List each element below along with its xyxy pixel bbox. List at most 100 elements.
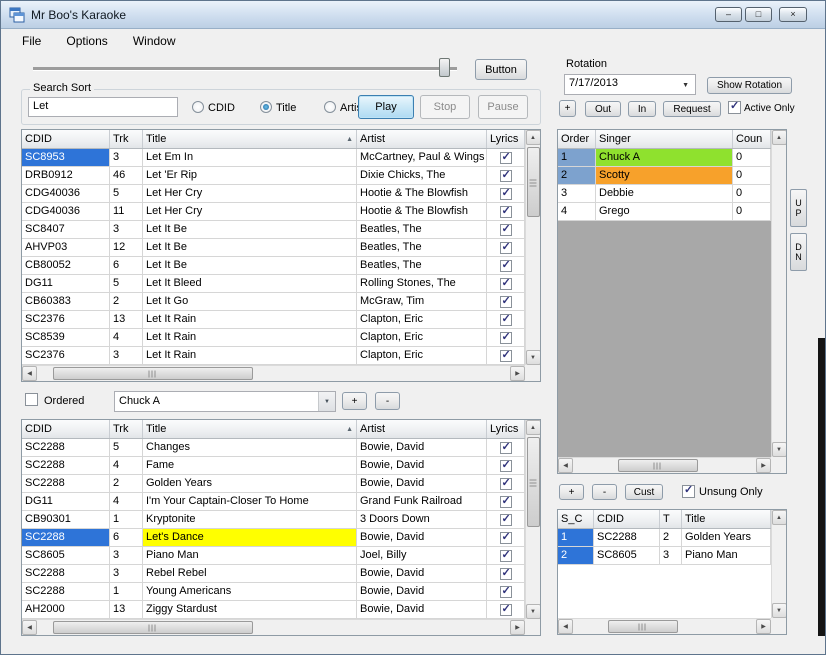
table-row[interactable]: CB603832Let It GoMcGraw, Tim✓ <box>22 293 540 311</box>
column-header[interactable]: Singer <box>596 130 733 148</box>
menu-item-window[interactable]: Window <box>122 30 187 52</box>
scrollbar-thumb[interactable] <box>53 621 253 634</box>
table-row[interactable]: 2Scotty0 <box>558 167 786 185</box>
cust-button[interactable]: Cust <box>625 484 663 500</box>
request-button[interactable]: Request <box>663 101 721 117</box>
grid-cell[interactable]: Grego <box>596 203 733 220</box>
grid-cell[interactable]: 0 <box>733 149 771 166</box>
table-row[interactable]: SC89533Let Em InMcCartney, Paul & Wings✓ <box>22 149 540 167</box>
stop-button[interactable]: Stop <box>420 95 470 119</box>
lyrics-checkbox[interactable]: ✓ <box>500 586 512 598</box>
table-row[interactable]: CB903011Kryptonite3 Doors Down✓ <box>22 511 540 529</box>
grid-cell[interactable]: Let Her Cry <box>143 185 357 202</box>
grid-cell[interactable]: Debbie <box>596 185 733 202</box>
grid-cell[interactable]: CDG40036 <box>22 185 110 202</box>
lyrics-checkbox[interactable]: ✓ <box>500 206 512 218</box>
grid-cell[interactable]: Hootie & The Blowfish <box>357 185 487 202</box>
grid-cell[interactable]: Bowie, David <box>357 439 487 456</box>
scroll-left-icon[interactable]: ◀ <box>22 366 37 381</box>
lyrics-cell[interactable]: ✓ <box>487 257 525 274</box>
grid-cell[interactable]: 3 Doors Down <box>357 511 487 528</box>
lyrics-cell[interactable]: ✓ <box>487 347 525 364</box>
singer-songs-grid[interactable]: ▲ ▼ ◀ ▶ CDIDTrkTitle▲ArtistLyricsSC22885… <box>21 419 541 636</box>
lyrics-cell[interactable]: ✓ <box>487 293 525 310</box>
grid-cell[interactable]: Let It Be <box>143 221 357 238</box>
grid-cell[interactable]: SC8407 <box>22 221 110 238</box>
lyrics-cell[interactable]: ✓ <box>487 439 525 456</box>
grid-cell[interactable]: Let Her Cry <box>143 203 357 220</box>
column-header[interactable]: Lyrics <box>487 130 525 148</box>
lyrics-checkbox[interactable]: ✓ <box>500 260 512 272</box>
scroll-up-icon[interactable]: ▲ <box>772 130 787 145</box>
minimize-button[interactable]: – <box>715 7 742 22</box>
grid-cell[interactable]: 6 <box>110 257 143 274</box>
table-row[interactable]: AH200013Ziggy StardustBowie, David✓ <box>22 601 540 619</box>
table-row[interactable]: DG114I'm Your Captain-Closer To HomeGran… <box>22 493 540 511</box>
grid-cell[interactable]: Golden Years <box>143 475 357 492</box>
grid-cell[interactable]: Kryptonite <box>143 511 357 528</box>
table-row[interactable]: 4Grego0 <box>558 203 786 221</box>
grid-cell[interactable]: DRB0912 <box>22 167 110 184</box>
grid-cell[interactable]: 13 <box>110 601 143 618</box>
scroll-down-icon[interactable]: ▼ <box>772 442 787 457</box>
table-row[interactable]: DG115Let It BleedRolling Stones, The✓ <box>22 275 540 293</box>
lyrics-cell[interactable]: ✓ <box>487 329 525 346</box>
column-header[interactable]: Title▲ <box>143 420 357 438</box>
scroll-left-icon[interactable]: ◀ <box>22 620 37 635</box>
grid-cell[interactable]: DG11 <box>22 275 110 292</box>
grid-cell[interactable]: SC2288 <box>22 475 110 492</box>
scroll-up-icon[interactable]: ▲ <box>772 510 787 525</box>
column-header[interactable]: Trk <box>110 130 143 148</box>
rotation-grid-vscrollbar[interactable]: ▲ ▼ <box>771 130 786 457</box>
table-row[interactable]: CDG4003611Let Her CryHootie & The Blowfi… <box>22 203 540 221</box>
grid-cell[interactable]: Bowie, David <box>357 457 487 474</box>
table-row[interactable]: AHVP0312Let It BeBeatles, The✓ <box>22 239 540 257</box>
grid-cell[interactable]: Fame <box>143 457 357 474</box>
lyrics-cell[interactable]: ✓ <box>487 583 525 600</box>
close-button[interactable]: × <box>779 7 807 22</box>
grid-cell[interactable]: SC8605 <box>594 547 660 564</box>
grid-cell[interactable]: 1 <box>110 511 143 528</box>
top-button[interactable]: Button <box>475 59 527 80</box>
grid-cell[interactable]: Let It Be <box>143 239 357 256</box>
lyrics-cell[interactable]: ✓ <box>487 203 525 220</box>
table-row[interactable]: SC85394Let It RainClapton, Eric✓ <box>22 329 540 347</box>
scroll-right-icon[interactable]: ▶ <box>510 366 525 381</box>
lyrics-checkbox[interactable]: ✓ <box>500 514 512 526</box>
queue-grid[interactable]: ▲ ▼ ◀ ▶ S_CCDIDTTitle1SC22882Golden Year… <box>557 509 787 635</box>
lyrics-cell[interactable]: ✓ <box>487 239 525 256</box>
lyrics-cell[interactable]: ✓ <box>487 185 525 202</box>
queue-grid-hscrollbar[interactable]: ◀ ▶ <box>558 618 771 634</box>
menu-item-file[interactable]: File <box>11 30 52 52</box>
trackbar-thumb[interactable] <box>439 58 450 77</box>
rotation-grid[interactable]: ▲ ▼ ◀ ▶ OrderSingerCoun1Chuck A02Scotty0… <box>557 129 787 474</box>
lyrics-cell[interactable]: ✓ <box>487 547 525 564</box>
move-up-button[interactable]: U P <box>790 189 807 227</box>
grid-cell[interactable]: Bowie, David <box>357 601 487 618</box>
grid-cell[interactable]: Piano Man <box>682 547 771 564</box>
table-row[interactable]: 2SC86053Piano Man <box>558 547 786 565</box>
grid-cell[interactable]: Golden Years <box>682 529 771 546</box>
grid-cell[interactable]: CB60383 <box>22 293 110 310</box>
grid-cell[interactable]: 0 <box>733 185 771 202</box>
lyrics-checkbox[interactable]: ✓ <box>500 314 512 326</box>
lyrics-cell[interactable]: ✓ <box>487 167 525 184</box>
lyrics-checkbox[interactable]: ✓ <box>500 442 512 454</box>
grid-cell[interactable]: CB80052 <box>22 257 110 274</box>
queue-remove-button[interactable]: - <box>592 484 617 500</box>
grid-cell[interactable]: Let It Go <box>143 293 357 310</box>
scroll-up-icon[interactable]: ▲ <box>526 130 541 145</box>
table-row[interactable]: SC86053Piano ManJoel, Billy✓ <box>22 547 540 565</box>
table-row[interactable]: DRB091246Let 'Er RipDixie Chicks, The✓ <box>22 167 540 185</box>
scroll-left-icon[interactable]: ◀ <box>558 458 573 473</box>
grid-cell[interactable]: Grand Funk Railroad <box>357 493 487 510</box>
grid-cell[interactable]: 11 <box>110 203 143 220</box>
play-button[interactable]: Play <box>358 95 414 119</box>
grid-cell[interactable]: Bowie, David <box>357 529 487 546</box>
grid-cell[interactable]: SC8953 <box>22 149 110 166</box>
grid-cell[interactable]: SC2376 <box>22 347 110 364</box>
table-row[interactable]: SC22884FameBowie, David✓ <box>22 457 540 475</box>
column-header[interactable]: CDID <box>22 130 110 148</box>
lyrics-cell[interactable]: ✓ <box>487 275 525 292</box>
grid-cell[interactable]: SC2288 <box>22 583 110 600</box>
